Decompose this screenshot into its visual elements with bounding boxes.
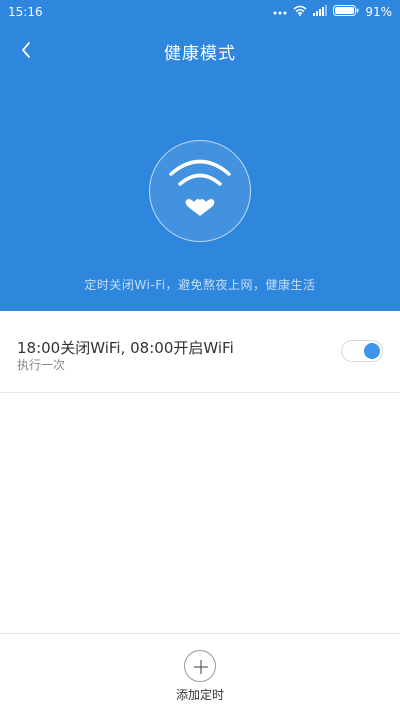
hero-header: 15:16 91% 健康模式 定时关闭Wi-Fi，避免熬夜上网，健康生活 (0, 0, 400, 311)
battery-percentage: 91% (365, 5, 392, 19)
add-schedule-label[interactable]: 添加定时 (0, 686, 400, 703)
signal-icon (313, 5, 328, 19)
nav-bar: 健康模式 (0, 28, 400, 72)
battery-icon (333, 5, 359, 19)
more-dots-icon (273, 5, 287, 19)
schedule-toggle[interactable] (341, 340, 383, 362)
status-bar: 15:16 91% (0, 0, 400, 24)
toggle-knob (364, 343, 380, 359)
schedule-title: 18:00关闭WiFi, 08:00开启WiFi (17, 339, 234, 357)
add-schedule-button[interactable] (184, 650, 216, 682)
schedule-item[interactable]: 18:00关闭WiFi, 08:00开启WiFi 执行一次 (0, 311, 400, 393)
wifi-heart-icon (149, 140, 251, 242)
screen: 15:16 91% 健康模式 定时关闭Wi-Fi，避免熬夜上网，健康生活 18:… (0, 0, 400, 711)
status-icons: 91% (273, 4, 392, 20)
plus-icon (194, 660, 208, 674)
status-time: 15:16 (8, 5, 43, 19)
hero-caption: 定时关闭Wi-Fi，避免熬夜上网，健康生活 (84, 278, 316, 292)
schedule-repeat: 执行一次 (17, 358, 66, 372)
page-title: 健康模式 (164, 44, 236, 64)
wifi-icon (293, 5, 307, 19)
